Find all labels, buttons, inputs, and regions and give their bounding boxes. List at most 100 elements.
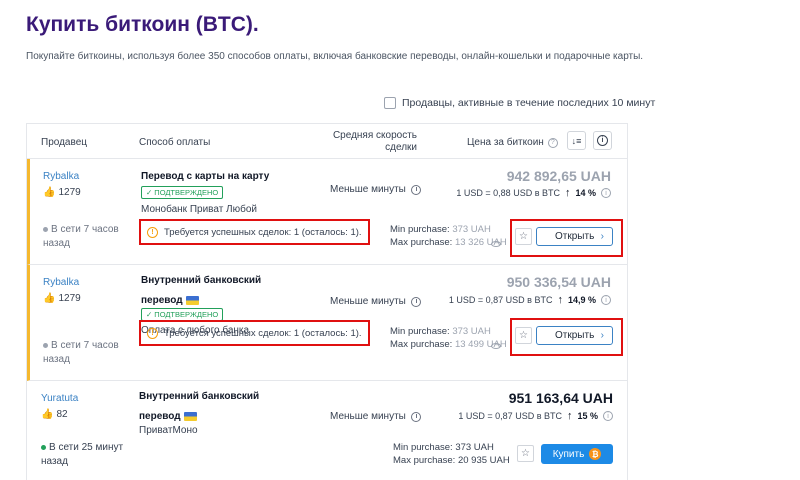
online-status: В сети 7 часов назад <box>43 223 133 251</box>
sort-button[interactable]: ↓≡ <box>567 131 586 150</box>
ukraine-flag-icon <box>185 295 199 305</box>
favorite-button[interactable]: ☆ <box>515 228 532 245</box>
online-status: В сети 25 минут назад <box>41 441 131 469</box>
trade-speed: Меньше минуты <box>330 184 421 195</box>
exchange-rate: 1 USD = 0,87 USD в BTC ↑ 14,9 % i <box>449 294 611 306</box>
trade-speed: Меньше минуты <box>330 411 421 422</box>
purchase-limits: Min purchase: 373 UAH Max purchase: 13 3… <box>390 223 507 249</box>
arrow-up-icon: ↑ <box>557 294 563 306</box>
buy-button[interactable]: Купить ₿ <box>541 444 613 464</box>
check-icon: ✓ <box>146 310 153 319</box>
table-row: Rybalka 👍 1279 В сети 7 часов назад Пере… <box>27 159 627 265</box>
offer-price: 942 892,65 UAH <box>506 168 611 184</box>
payment-method-title[interactable]: Перевод с карты на карту <box>141 167 281 187</box>
open-offer-button[interactable]: Открыть › <box>536 326 613 345</box>
active-sellers-label: Продавцы, активные в течение последних 1… <box>402 97 656 109</box>
max-label: Max purchase: <box>393 455 456 466</box>
clock-icon <box>410 296 421 307</box>
min-label: Min purchase: <box>390 224 450 235</box>
verified-text: ПОДТВЕРЖДЕНО <box>154 188 219 197</box>
margin-percent: 15 % <box>577 411 598 421</box>
favorite-button[interactable]: ☆ <box>517 445 534 462</box>
seller-rating: 👍 1279 <box>43 187 81 198</box>
payment-method-title[interactable]: Внутренний банковский перевод <box>141 271 281 311</box>
speed-text: Меньше минуты <box>330 411 406 422</box>
payment-title-line1: Внутренний банковский <box>139 391 260 402</box>
max-label: Max purchase: <box>390 339 453 350</box>
help-icon[interactable]: ? <box>547 137 558 148</box>
favorite-button[interactable]: ☆ <box>515 327 532 344</box>
trade-speed: Меньше минуты <box>330 296 421 307</box>
verified-text: ПОДТВЕРЖДЕНО <box>154 310 219 319</box>
payment-details: ПриватМоно <box>139 425 198 436</box>
info-icon[interactable]: i <box>603 411 613 421</box>
rate-text: 1 USD = 0,87 USD в BTC <box>458 411 562 421</box>
thumbs-up-icon: 👍 <box>41 409 54 420</box>
speed-text: Меньше минуты <box>330 296 406 307</box>
purchase-limits: Min purchase: 373 UAH Max purchase: 13 4… <box>390 325 507 351</box>
arrow-up-icon: ↑ <box>564 187 571 199</box>
status-dot-icon <box>41 444 46 450</box>
rate-text: 1 USD = 0,87 USD в BTC <box>448 295 553 305</box>
table-row: Rybalka 👍 1279 В сети 7 часов назад Внут… <box>27 265 627 381</box>
header-payment-method: Способ оплаты <box>139 137 211 148</box>
star-icon: ☆ <box>521 448 530 459</box>
active-sellers-checkbox[interactable] <box>384 97 396 109</box>
warning-text: Требуется успешных сделок: 1 (осталось: … <box>164 226 362 238</box>
header-seller: Продавец <box>41 137 87 148</box>
max-value: 20 935 UAH <box>457 455 510 466</box>
payment-method-title[interactable]: Внутренний банковский перевод <box>139 387 279 427</box>
warning-icon: ! <box>147 327 158 339</box>
max-label: Max purchase: <box>390 237 453 248</box>
margin-percent: 14,9 % <box>567 295 596 305</box>
header-price: Цена за биткоин ? <box>467 137 558 148</box>
ukraine-flag-icon <box>183 411 197 421</box>
warning-text: Требуется успешных сделок: 1 (осталось: … <box>164 327 362 339</box>
active-sellers-filter[interactable]: Продавцы, активные в течение последних 1… <box>384 97 655 109</box>
seller-rating: 👍 82 <box>41 409 68 420</box>
star-icon: ☆ <box>519 330 528 341</box>
chevron-right-icon: › <box>600 231 604 242</box>
table-row: Yuratuta 👍 82 В сети 25 минут назад Внут… <box>27 381 627 480</box>
star-icon: ☆ <box>519 231 528 242</box>
offer-price: 950 336,54 UAH <box>506 274 611 290</box>
arrow-up-icon: ↑ <box>566 410 573 422</box>
online-text: В сети 7 часов назад <box>43 224 119 249</box>
page-title: Купить биткоин (BTC). <box>26 13 259 36</box>
payment-title-line2: перевод <box>139 411 181 422</box>
requirement-warning: ! Требуется успешных сделок: 1 (осталось… <box>139 320 370 346</box>
thumbs-up-icon: 👍 <box>43 293 56 304</box>
requirement-warning: ! Требуется успешных сделок: 1 (осталось… <box>139 219 370 245</box>
seller-link[interactable]: Yuratuta <box>41 393 78 404</box>
info-icon[interactable]: i <box>601 188 611 198</box>
info-icon[interactable]: i <box>601 295 611 305</box>
warning-icon: ! <box>147 226 158 238</box>
clock-icon <box>410 411 421 422</box>
clock-icon <box>410 184 421 195</box>
online-text: В сети 7 часов назад <box>43 340 119 365</box>
rating-value: 1279 <box>58 293 81 304</box>
thumbs-up-icon: 👍 <box>43 187 56 198</box>
header-speed: Средняя скорость сделки <box>332 130 417 153</box>
header-price-label: Цена за биткоин <box>467 137 544 148</box>
status-dot-icon <box>43 342 48 348</box>
offers-table: Продавец Способ оплаты Средняя скорость … <box>26 123 628 480</box>
check-icon: ✓ <box>146 188 153 197</box>
table-header: Продавец Способ оплаты Средняя скорость … <box>27 124 627 159</box>
seller-rating: 👍 1279 <box>43 293 81 304</box>
speed-text: Меньше минуты <box>330 184 406 195</box>
eye-icon <box>491 343 501 349</box>
min-value: 373 UAH <box>452 326 491 337</box>
min-label: Min purchase: <box>390 326 450 337</box>
info-button[interactable]: i <box>593 131 612 150</box>
payment-details: Монобанк Приват Любой <box>141 204 257 215</box>
sort-icon: ↓≡ <box>571 135 582 146</box>
min-label: Min purchase: <box>393 442 453 453</box>
status-dot-icon <box>43 226 48 232</box>
seller-link[interactable]: Rybalka <box>43 171 79 182</box>
seller-link[interactable]: Rybalka <box>43 277 79 288</box>
verified-badge: ✓ ПОДТВЕРЖДЕНО <box>141 186 224 199</box>
open-offer-button[interactable]: Открыть › <box>536 227 613 246</box>
payment-title-line2: перевод <box>141 295 183 306</box>
purchase-limits: Min purchase: 373 UAH Max purchase: 20 9… <box>393 441 510 467</box>
